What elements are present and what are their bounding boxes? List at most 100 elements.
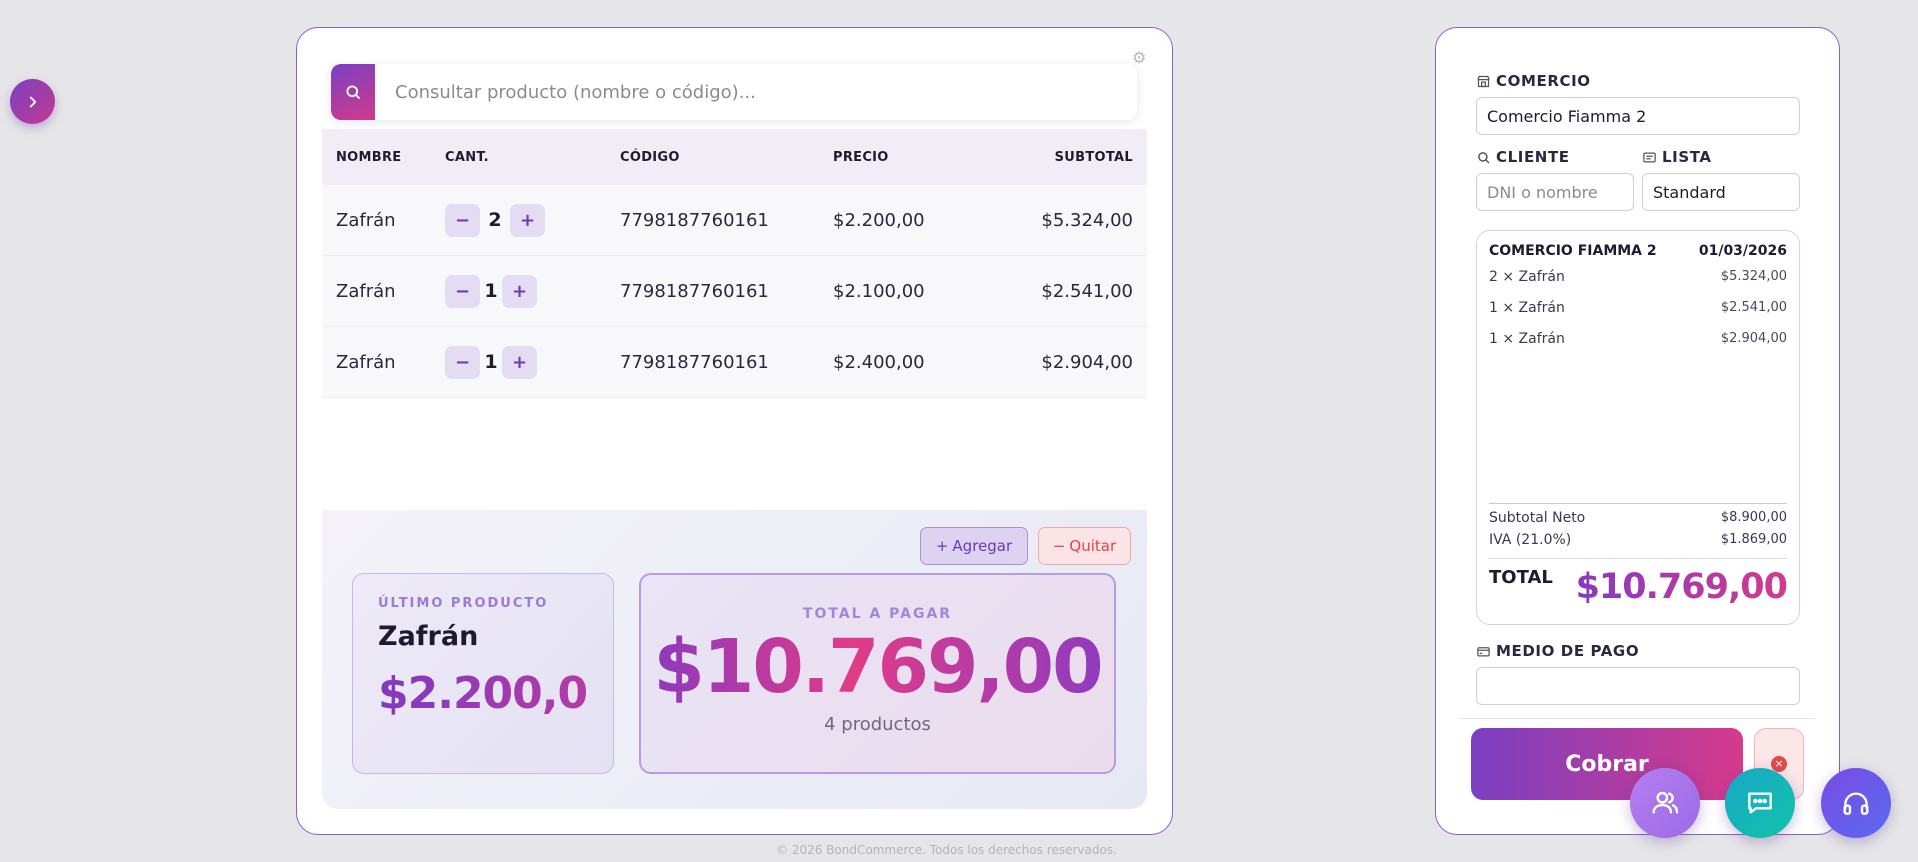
credit-card-icon: [1477, 646, 1490, 656]
summary-area: + Agregar − Quitar ÚLTIMO PRODUCTO Zafrá…: [322, 510, 1147, 809]
col-name-header: NOMBRE: [336, 149, 402, 165]
list-label-text: LISTA: [1662, 148, 1712, 166]
add-button[interactable]: + Agregar: [920, 527, 1028, 565]
qty-value: 1: [484, 280, 498, 302]
total-card: TOTAL A PAGAR $10.769,00 4 productos: [639, 573, 1116, 774]
ticket-item: 1 × Zafrán $2.904,00: [1489, 331, 1787, 347]
item-code: 7798187760161: [620, 351, 769, 373]
item-price: $2.100,00: [833, 280, 925, 302]
col-code-header: CÓDIGO: [620, 149, 680, 165]
headphones-icon: [1843, 792, 1869, 815]
items-table: NOMBRE CANT. CÓDIGO PRECIO SUBTOTAL Zafr…: [322, 129, 1147, 398]
item-name: Zafrán: [336, 280, 396, 302]
ticket-iva: IVA (21.0%) $1.869,00: [1489, 532, 1787, 548]
item-subtotal: $2.541,00: [1041, 280, 1133, 302]
ticket-item-amount: $2.904,00: [1720, 331, 1787, 346]
support-button[interactable]: [1821, 768, 1891, 838]
col-subtotal-header: SUBTOTAL: [1054, 149, 1133, 165]
ticket-item-desc: 2 × Zafrán: [1489, 269, 1565, 285]
iva-label: IVA (21.0%): [1489, 532, 1572, 548]
increase-qty-button[interactable]: +: [502, 274, 537, 308]
decrease-qty-button[interactable]: −: [445, 274, 480, 308]
search-input[interactable]: [375, 64, 1137, 120]
chat-icon: [1748, 792, 1772, 814]
list-label: LISTA: [1642, 148, 1712, 166]
ticket-store: COMERCIO FIAMMA 2: [1489, 243, 1657, 259]
table-header: NOMBRE CANT. CÓDIGO PRECIO SUBTOTAL: [322, 129, 1147, 185]
minus-icon: −: [1052, 537, 1066, 555]
gear-icon[interactable]: ⚙: [1132, 50, 1148, 66]
plus-icon: +: [935, 537, 949, 555]
decrease-qty-button[interactable]: −: [445, 203, 480, 237]
last-product-label: ÚLTIMO PRODUCTO: [378, 596, 549, 611]
close-icon: ×: [1771, 756, 1787, 772]
ticket-date: 01/03/2026: [1698, 243, 1787, 259]
payment-label-text: MEDIO DE PAGO: [1496, 642, 1640, 660]
users-button[interactable]: [1630, 768, 1700, 838]
ticket-item: 2 × Zafrán $5.324,00: [1489, 269, 1787, 285]
quantity-stepper: − 1 +: [445, 274, 620, 308]
col-qty-header: CANT.: [445, 149, 489, 165]
client-field[interactable]: DNI o nombre: [1476, 173, 1634, 211]
item-price: $2.200,00: [833, 209, 925, 231]
quantity-stepper: − 1 +: [445, 345, 620, 379]
list-icon: [1643, 152, 1656, 162]
iva-value: $1.869,00: [1720, 532, 1787, 547]
last-product-name: Zafrán: [378, 621, 479, 652]
product-search: [331, 64, 1137, 120]
increase-qty-button[interactable]: +: [502, 345, 537, 379]
ticket-item-amount: $2.541,00: [1720, 300, 1787, 315]
ticket-header: COMERCIO FIAMMA 2 01/03/2026: [1489, 243, 1787, 259]
remove-button[interactable]: − Quitar: [1038, 527, 1131, 565]
users-icon: [1652, 791, 1679, 814]
subtotal-value: $8.900,00: [1720, 510, 1787, 525]
product-count: 4 productos: [824, 714, 931, 735]
client-label-text: CLIENTE: [1496, 148, 1570, 166]
item-code: 7798187760161: [620, 280, 769, 302]
copyright-footer: © 2026 BondCommerce. Todos los derechos …: [776, 843, 1117, 857]
ticket-divider: [1489, 558, 1787, 559]
item-subtotal: $5.324,00: [1041, 209, 1133, 231]
search-icon: [346, 85, 360, 99]
remove-button-label: Quitar: [1069, 537, 1117, 555]
checkout-panel: COMERCIO Comercio Fiamma 2 CLIENTE DNI o…: [1435, 27, 1840, 835]
client-label: CLIENTE: [1476, 148, 1570, 166]
sidebar-toggle-button[interactable]: [10, 79, 55, 124]
search-icon: [1478, 151, 1490, 163]
item-name: Zafrán: [336, 209, 396, 231]
qty-value: 1: [484, 351, 498, 373]
table-row[interactable]: Zafrán − 2 + 7798187760161 $2.200,00 $5.…: [322, 185, 1147, 256]
ticket-subtotal: Subtotal Neto $8.900,00: [1489, 510, 1787, 526]
store-icon: [1477, 75, 1490, 87]
ticket-item: 1 × Zafrán $2.541,00: [1489, 300, 1787, 316]
payment-method-select[interactable]: [1476, 667, 1800, 705]
qty-value: 2: [488, 209, 502, 231]
charge-button[interactable]: Cobrar: [1471, 728, 1743, 800]
add-button-label: Agregar: [952, 537, 1013, 555]
commerce-label-text: COMERCIO: [1496, 72, 1591, 90]
subtotal-label: Subtotal Neto: [1489, 510, 1586, 526]
quantity-stepper: − 2 +: [445, 203, 620, 237]
decrease-qty-button[interactable]: −: [445, 345, 480, 379]
increase-qty-button[interactable]: +: [510, 203, 545, 237]
ticket-total-amount: $10.769,00: [1575, 567, 1788, 607]
item-name: Zafrán: [336, 351, 396, 373]
sale-panel: ⚙ NOMBRE CANT. CÓDIGO PRECIO SUBTOTAL Za…: [296, 27, 1173, 835]
last-product-card: ÚLTIMO PRODUCTO Zafrán $2.200,00: [352, 573, 618, 774]
chat-button[interactable]: [1725, 768, 1795, 838]
search-button[interactable]: [331, 64, 375, 120]
total-label: TOTAL A PAGAR: [802, 606, 953, 622]
table-row[interactable]: Zafrán − 1 + 7798187760161 $2.100,00 $2.…: [322, 256, 1147, 327]
col-price-header: PRECIO: [833, 149, 889, 165]
payment-label: MEDIO DE PAGO: [1476, 642, 1639, 660]
price-list-select[interactable]: Standard: [1642, 173, 1800, 211]
ticket-item-desc: 1 × Zafrán: [1489, 331, 1565, 347]
commerce-field[interactable]: Comercio Fiamma 2: [1476, 97, 1800, 135]
total-amount: $10.769,00: [641, 624, 1114, 710]
ticket-divider: [1489, 503, 1787, 504]
ticket-preview: COMERCIO FIAMMA 2 01/03/2026 2 × Zafrán …: [1476, 230, 1800, 625]
table-row[interactable]: Zafrán − 1 + 7798187760161 $2.400,00 $2.…: [322, 327, 1147, 398]
ticket-item-desc: 1 × Zafrán: [1489, 300, 1565, 316]
chevron-right-icon: [29, 96, 36, 107]
item-code: 7798187760161: [620, 209, 769, 231]
